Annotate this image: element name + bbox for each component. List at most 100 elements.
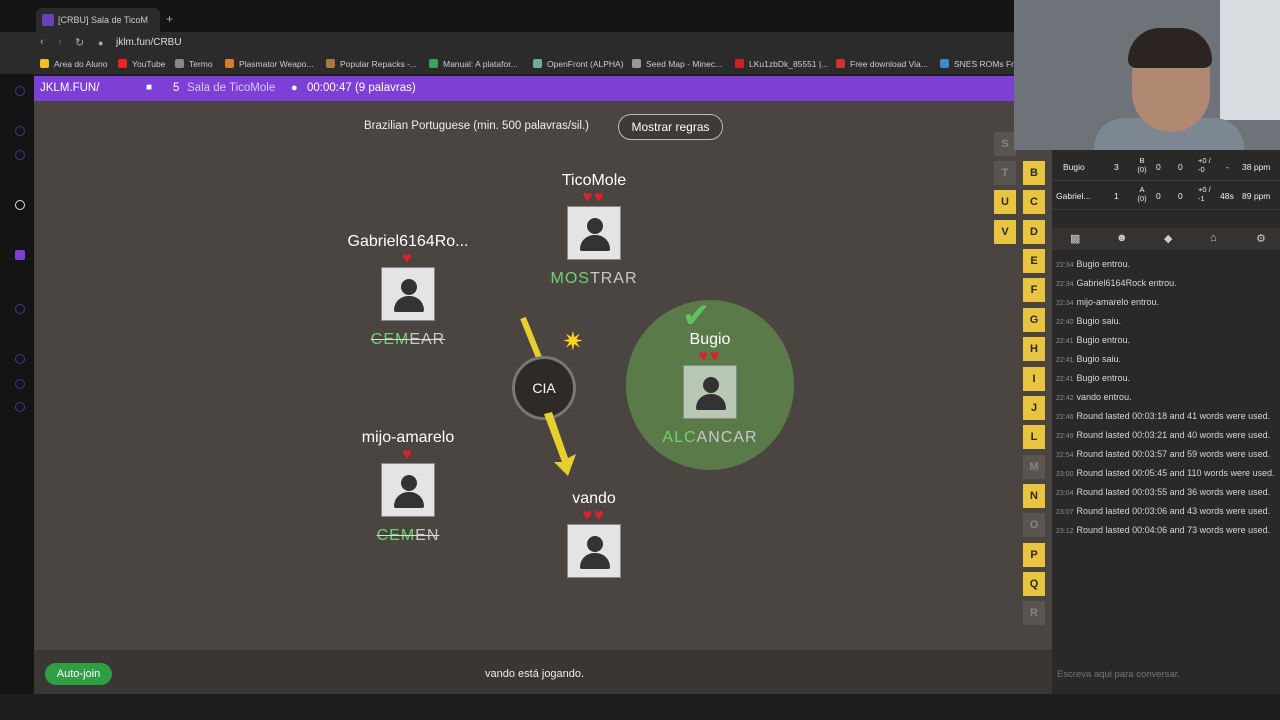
forward-icon[interactable]: › <box>58 36 62 48</box>
bonus-letter-o: O <box>1023 513 1045 537</box>
sidebar-icon[interactable] <box>15 150 25 160</box>
site-name[interactable]: JKLM.FUN/ <box>40 82 99 94</box>
url-field[interactable]: jklm.fun/CRBU <box>116 37 182 48</box>
sidebar-icon[interactable] <box>15 126 25 136</box>
new-tab-button[interactable]: + <box>166 12 173 26</box>
back-icon[interactable]: ‹ <box>40 36 44 48</box>
bookmark[interactable]: OpenFront (ALPHA) <box>533 59 624 69</box>
bonus-letter-g: G <box>1023 308 1045 332</box>
turn-status: vando está jogando. <box>485 668 585 680</box>
panel-toolbar: ▩ ☻ ◆ ⌂ ⚙ <box>1052 228 1280 250</box>
chat-message: 23:00 Round lasted 00:05:45 and 110 words… <box>1056 467 1276 481</box>
chat-message: 22:41 Bugio entrou. <box>1056 372 1276 386</box>
chat-text: Bugio entrou. <box>1076 259 1131 269</box>
round-timer: 00:00:47 (9 palavras) <box>307 82 416 94</box>
player-mijo-amarelo: mijo-amarelo ♥ CEMEN <box>340 429 476 545</box>
player-gabriel: Gabriel6164Ro... ♥ CEMEAR <box>330 233 486 349</box>
bonus-letter-c: C <box>1023 190 1045 214</box>
chat-message: 23:12 Round lasted 00:04:06 and 73 words … <box>1056 524 1276 538</box>
lock-icon[interactable]: ● <box>98 38 103 48</box>
player-count: 5 <box>173 82 180 94</box>
twitch-icon[interactable] <box>15 250 25 260</box>
chat-time: 22:34 <box>1056 281 1074 288</box>
word-rest: EAR <box>409 331 446 348</box>
player-ticomole: TicoMole ♥♥ MOSTRAR <box>534 172 654 288</box>
chat-text: Bugio saiu. <box>1076 354 1122 364</box>
sidebar-icon[interactable] <box>15 200 25 210</box>
reload-icon[interactable]: ↻ <box>75 36 84 49</box>
bookmark[interactable]: Free download Via... <box>836 59 928 69</box>
word-rest: TRAR <box>589 270 638 287</box>
player-vando: vando ♥♥ <box>544 490 644 578</box>
chat-message: 22:34 mijo-amarelo entrou. <box>1056 296 1276 310</box>
browser-tab[interactable]: [CRBU] Sala de TicoM <box>36 8 160 32</box>
home-icon[interactable]: ⌂ <box>1210 232 1217 244</box>
bookmark[interactable]: SNES ROMs Fre <box>940 59 1019 69</box>
bonus-letter-j: J <box>1023 396 1045 420</box>
chat-text: Round lasted 00:04:06 and 73 words were … <box>1076 525 1271 535</box>
bonus-letter-b: B <box>1023 161 1045 185</box>
bookmark[interactable]: Manual: A platafor... <box>429 59 518 69</box>
bookmark-icon <box>735 59 744 68</box>
chat-text: Gabriel6164Rock entrou. <box>1076 278 1177 288</box>
sidebar-icon[interactable] <box>15 354 25 364</box>
timer-icon: ● <box>291 82 298 94</box>
player-name: Bugio <box>689 331 731 348</box>
chat-text: Bugio entrou. <box>1076 373 1131 383</box>
avatar <box>567 206 621 260</box>
chat-input[interactable] <box>1052 664 1280 684</box>
bonus-letter-d: D <box>1023 220 1045 244</box>
bookmark[interactable]: Termo <box>175 59 213 69</box>
chat-icon[interactable]: ▩ <box>1070 232 1080 245</box>
bookmark-icon <box>175 59 184 68</box>
bonus-letter-m: M <box>1023 455 1045 479</box>
gear-icon[interactable]: ⚙ <box>1256 232 1266 245</box>
sidebar-icon[interactable] <box>15 304 25 314</box>
bonus-letter-i: I <box>1023 367 1045 391</box>
sidebar-icon[interactable] <box>15 402 25 412</box>
spark-icon: ✷ <box>562 326 584 356</box>
players-icon[interactable]: ☻ <box>1116 232 1128 244</box>
bookmark[interactable]: Plasmator Weapo... <box>225 59 314 69</box>
word-typed: MOS <box>550 270 590 287</box>
heart-icon: ♥ <box>402 250 414 267</box>
chat-log: 22:34 Bugio entrou. 22:34 Gabriel6164Rock e… <box>1056 258 1276 543</box>
bonus-letter-u: U <box>994 190 1016 214</box>
chat-message: 22:34 Bugio entrou. <box>1056 258 1276 272</box>
word-typed: ALC <box>662 429 697 446</box>
bonus-letter-p: P <box>1023 543 1045 567</box>
player-name: mijo-amarelo <box>361 429 455 446</box>
chat-message: 22:49 Round lasted 00:03:21 and 40 words … <box>1056 429 1276 443</box>
chat-message: 22:40 Bugio saiu. <box>1056 315 1276 329</box>
bonus-letter-l: L <box>1023 425 1045 449</box>
settings-game-icon[interactable]: ◆ <box>1164 232 1172 245</box>
bonus-letter-q: Q <box>1023 572 1045 596</box>
show-rules-button[interactable]: Mostrar regras <box>618 114 723 140</box>
avatar <box>567 524 621 578</box>
bookmark-icon <box>429 59 438 68</box>
bookmark-icon <box>40 59 49 68</box>
chat-time: 22:41 <box>1056 338 1074 345</box>
sidebar-icon[interactable] <box>15 379 25 389</box>
bookmark[interactable]: LKu1zbDk_85551 |... <box>735 59 828 69</box>
bookmark-icon <box>836 59 845 68</box>
chat-message: 22:54 Round lasted 00:03:57 and 59 words … <box>1056 448 1276 462</box>
chat-time: 22:49 <box>1056 433 1074 440</box>
chat-time: 22:41 <box>1056 357 1074 364</box>
chat-text: Round lasted 00:03:55 and 36 words were … <box>1076 487 1271 497</box>
webcam-overlay <box>1014 0 1280 150</box>
chat-message: 22:41 Bugio saiu. <box>1056 353 1276 367</box>
chat-time: 22:41 <box>1056 376 1074 383</box>
chat-time: 22:46 <box>1056 414 1074 421</box>
auto-join-button[interactable]: Auto-join <box>45 663 112 685</box>
bookmark[interactable]: Area do Aluno <box>40 59 107 69</box>
chat-time: 23:00 <box>1056 471 1074 478</box>
room-header: JKLM.FUN/ ■ 5 Sala de TicoMole ● 00:00:4… <box>34 76 1014 101</box>
bookmark[interactable]: Popular Repacks -... <box>326 59 417 69</box>
bookmark[interactable]: Seed Map - Minec... <box>632 59 722 69</box>
heart-icon: ♥ <box>402 446 414 463</box>
sidebar-icon[interactable] <box>15 86 25 96</box>
bookmark-icon <box>940 59 949 68</box>
bookmark[interactable]: YouTube <box>118 59 165 69</box>
bookmark-icon <box>225 59 234 68</box>
